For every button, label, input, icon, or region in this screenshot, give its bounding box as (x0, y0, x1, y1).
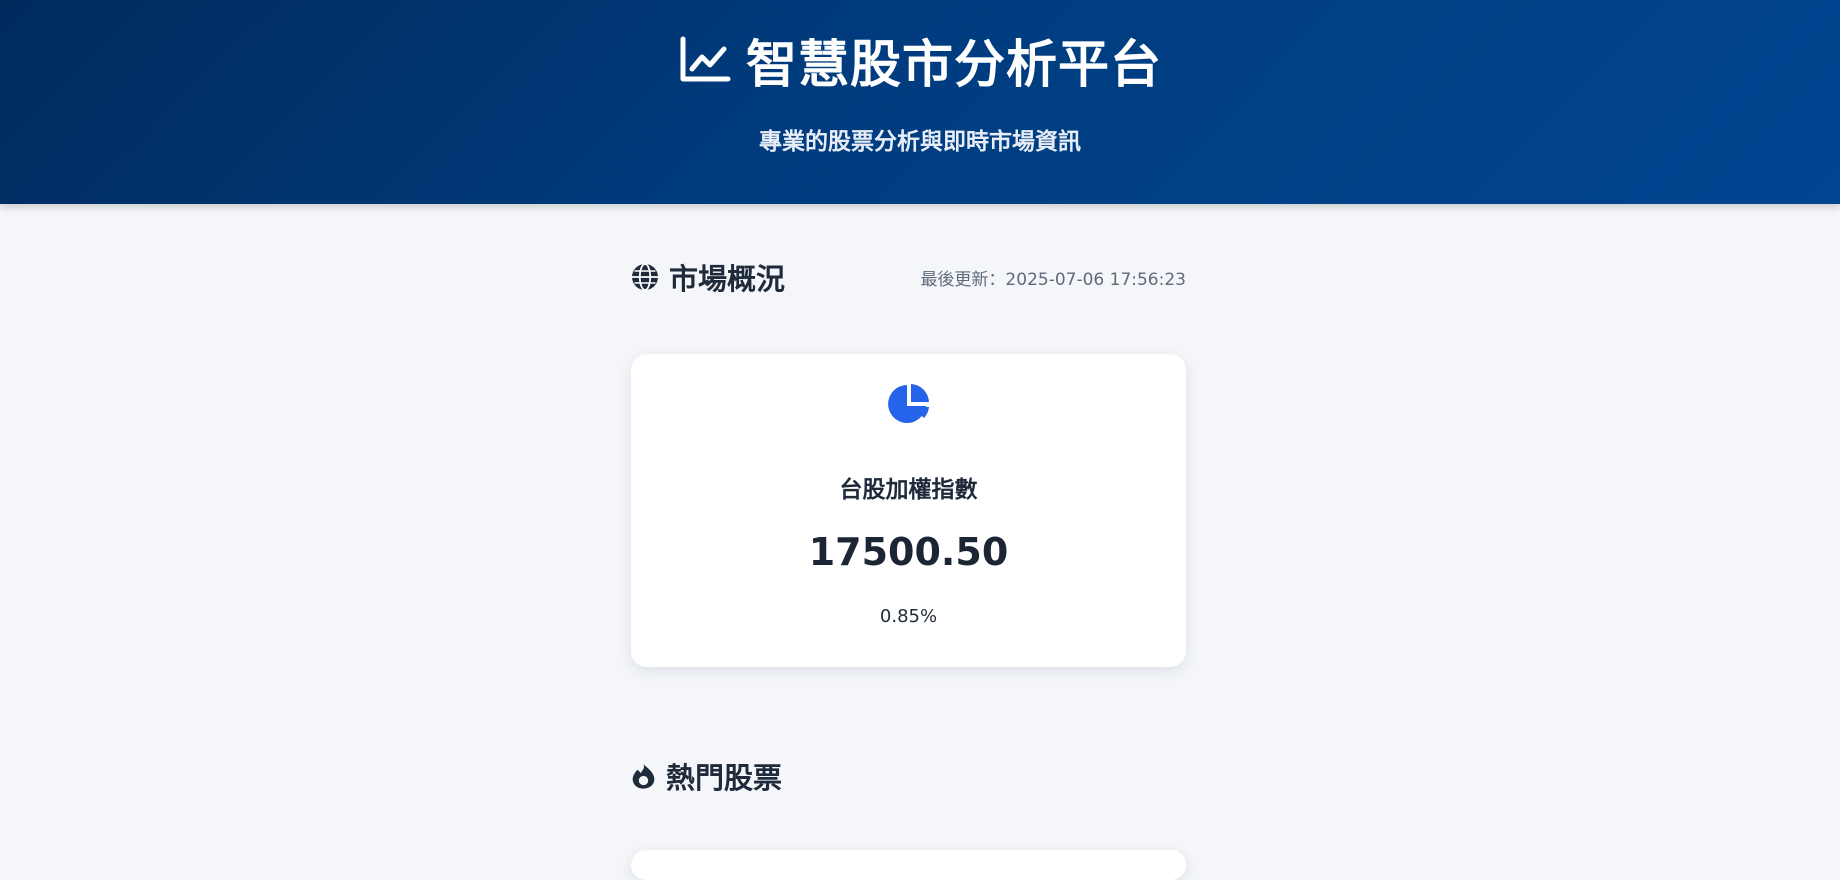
market-overview-header: 市場概況 最後更新：2025-07-06 17:56:23 (630, 257, 1186, 297)
index-card: 台股加權指數 17500.50 0.85% (631, 354, 1186, 667)
site-subtitle: 專業的股票分析與即時市場資訊 (759, 129, 1081, 155)
hot-stocks-card (631, 850, 1186, 880)
market-overview-title: 市場概況 (669, 262, 786, 296)
last-updated-timestamp: 最後更新：2025-07-06 17:56:23 (920, 269, 1186, 290)
index-card-label: 台股加權指數 (839, 477, 978, 503)
site-title: 智慧股市分析平台 (745, 36, 1162, 95)
index-card-change: 0.85% (879, 606, 938, 627)
site-header: 智慧股市分析平台 專業的股票分析與即時市場資訊 (0, 0, 1840, 204)
index-card-value: 17500.50 (808, 530, 1009, 574)
chart-line-icon (680, 36, 731, 82)
globe-icon (632, 263, 658, 291)
hot-stocks-header: 熱門股票 (630, 756, 1186, 796)
fire-icon (632, 764, 655, 789)
chart-pie-icon (888, 384, 929, 423)
header-title-row: 智慧股市分析平台 (0, 28, 1840, 95)
hot-stocks-title: 熱門股票 (666, 761, 783, 795)
